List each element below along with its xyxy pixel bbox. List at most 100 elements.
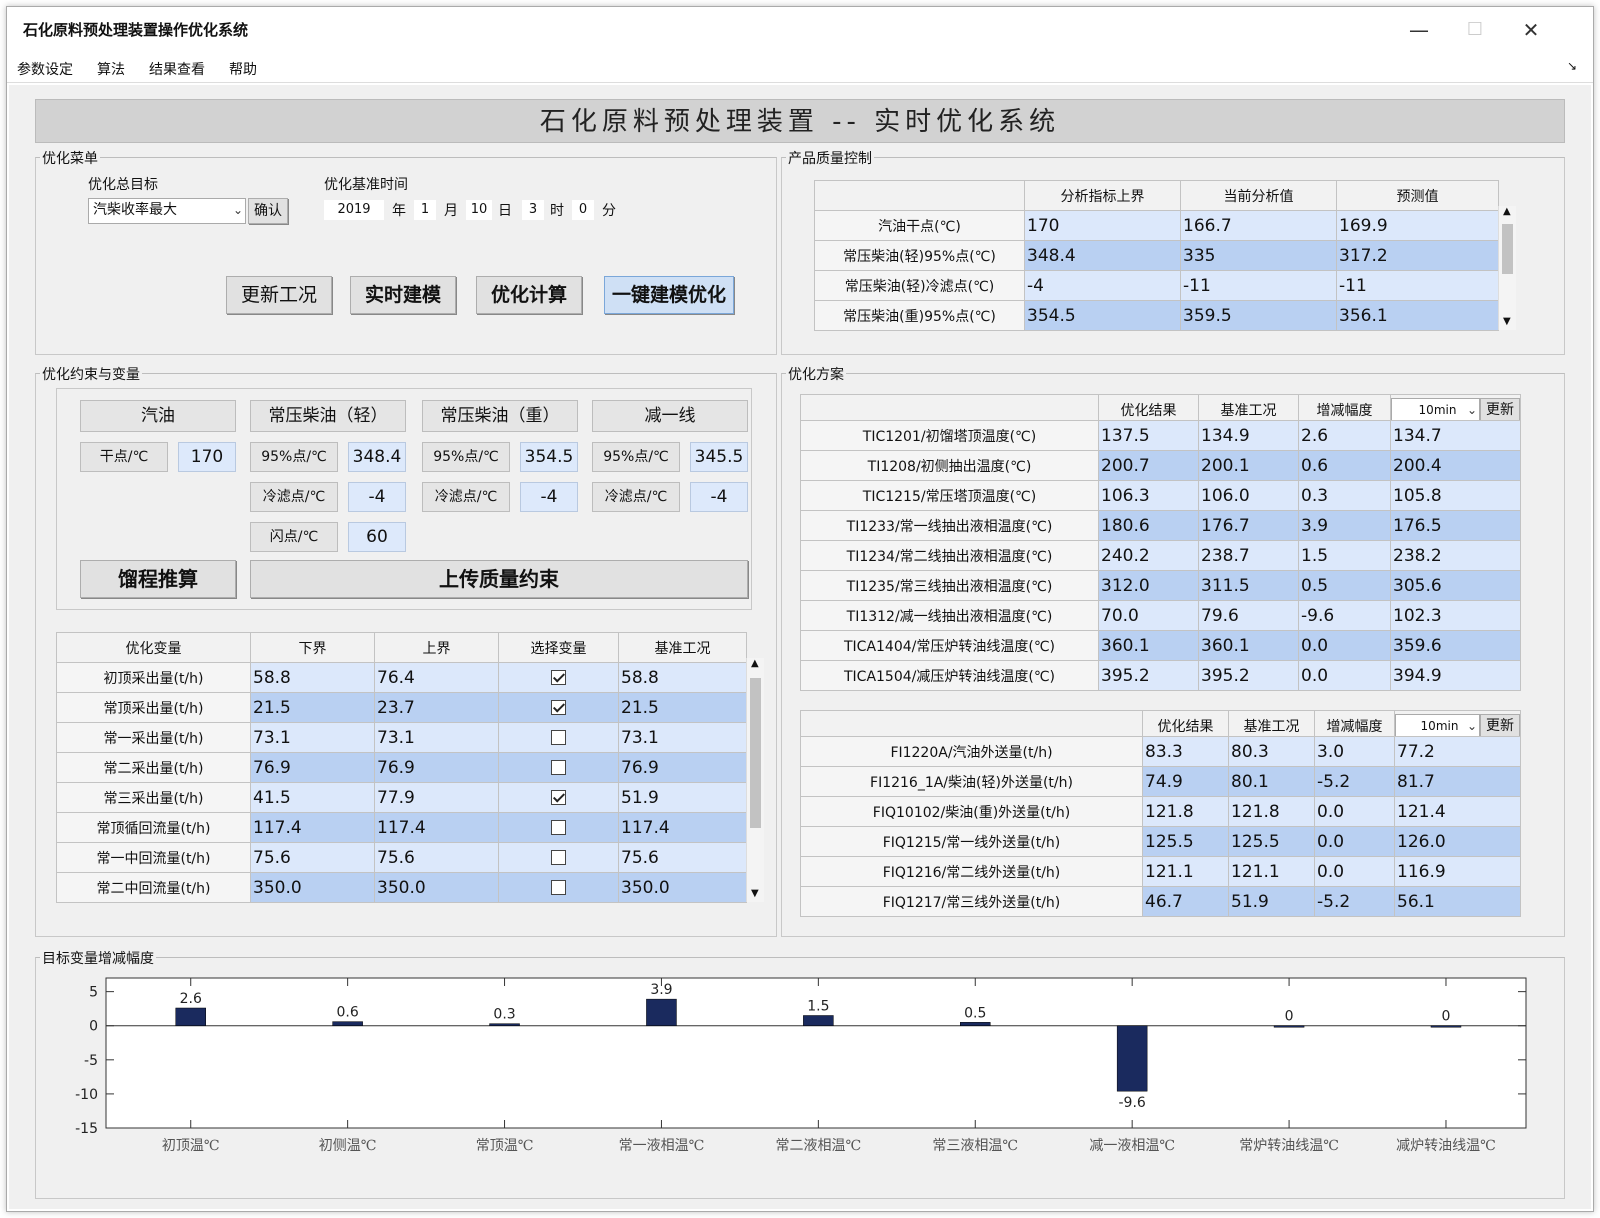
cell[interactable]: 312.0 <box>1098 570 1199 601</box>
cell[interactable]: 238.2 <box>1390 540 1521 571</box>
cell[interactable]: 121.8 <box>1228 796 1315 827</box>
cell[interactable]: 359.5 <box>1180 300 1337 331</box>
month-input[interactable]: 1 <box>414 200 436 220</box>
upper-bound-cell[interactable]: 77.9 <box>374 782 499 813</box>
cell[interactable]: 70.0 <box>1098 600 1199 631</box>
cell[interactable]: 200.7 <box>1098 450 1199 481</box>
menu-algorithm[interactable]: 算法 <box>97 59 125 79</box>
flow-update-button[interactable]: 更新 <box>1480 713 1520 738</box>
plan-update-button[interactable]: 更新 <box>1480 397 1520 422</box>
cell[interactable]: 121.1 <box>1228 856 1315 887</box>
select-checkbox[interactable] <box>551 730 566 745</box>
menu-results[interactable]: 结果查看 <box>149 59 205 79</box>
cell[interactable]: 348.4 <box>1024 240 1181 271</box>
cell[interactable]: 169.9 <box>1336 210 1499 241</box>
gasoline-endpoint-input[interactable]: 170 <box>178 442 236 472</box>
update-conditions-button[interactable]: 更新工况 <box>226 276 332 314</box>
lower-bound-cell[interactable]: 76.9 <box>250 752 375 783</box>
vacuum-cfpp-input[interactable]: -4 <box>690 482 748 512</box>
cell[interactable]: 116.9 <box>1394 856 1521 887</box>
cell[interactable]: -4 <box>1024 270 1181 301</box>
cell[interactable]: 0.0 <box>1314 826 1395 857</box>
select-checkbox[interactable] <box>551 700 566 715</box>
cell[interactable]: 106.0 <box>1198 480 1299 511</box>
scroll-up-icon[interactable]: ▲ <box>1503 206 1511 217</box>
base-cell[interactable]: 73.1 <box>618 722 747 753</box>
cell[interactable]: 125.5 <box>1142 826 1229 857</box>
optimize-calc-button[interactable]: 优化计算 <box>476 276 582 314</box>
light-95-input[interactable]: 348.4 <box>348 442 406 472</box>
cell[interactable]: 311.5 <box>1198 570 1299 601</box>
cell[interactable]: 0.5 <box>1298 570 1391 601</box>
scroll-down-icon[interactable]: ▼ <box>751 888 759 899</box>
cell[interactable]: 46.7 <box>1142 886 1229 917</box>
cell[interactable]: 121.4 <box>1394 796 1521 827</box>
minute-input[interactable]: 0 <box>572 200 594 220</box>
cell[interactable]: 51.9 <box>1228 886 1315 917</box>
cell[interactable]: 176.7 <box>1198 510 1299 541</box>
cell[interactable]: 121.8 <box>1142 796 1229 827</box>
lower-bound-cell[interactable]: 58.8 <box>250 662 375 693</box>
cell[interactable]: 80.3 <box>1228 736 1315 767</box>
lower-bound-cell[interactable]: 73.1 <box>250 722 375 753</box>
cell[interactable]: 200.4 <box>1390 450 1521 481</box>
variables-scrollbar[interactable]: ▲ ▼ <box>746 658 764 902</box>
cell[interactable]: 0.0 <box>1314 796 1395 827</box>
cell[interactable]: 166.7 <box>1180 210 1337 241</box>
distillation-calc-button[interactable]: 馏程推算 <box>80 560 236 598</box>
cell[interactable]: 0.6 <box>1298 450 1391 481</box>
cell[interactable]: 125.5 <box>1228 826 1315 857</box>
cell[interactable]: -11 <box>1180 270 1337 301</box>
select-checkbox[interactable] <box>551 850 566 865</box>
select-checkbox[interactable] <box>551 880 566 895</box>
cell[interactable]: 105.8 <box>1390 480 1521 511</box>
cell[interactable]: 176.5 <box>1390 510 1521 541</box>
cell[interactable]: 0.0 <box>1298 630 1391 661</box>
base-cell[interactable]: 75.6 <box>618 842 747 873</box>
cell[interactable]: 0.0 <box>1298 660 1391 691</box>
menu-help[interactable]: 帮助 <box>229 59 257 79</box>
upper-bound-cell[interactable]: 76.9 <box>374 752 499 783</box>
flow-interval-select[interactable]: 10min ⌄ <box>1395 713 1480 738</box>
cell[interactable]: 3.0 <box>1314 736 1395 767</box>
year-input[interactable]: 2019 <box>324 200 384 220</box>
cell[interactable]: 395.2 <box>1098 660 1199 691</box>
confirm-button[interactable]: 确认 <box>248 198 288 224</box>
scroll-thumb[interactable] <box>1502 224 1513 274</box>
select-checkbox[interactable] <box>551 820 566 835</box>
upper-bound-cell[interactable]: 73.1 <box>374 722 499 753</box>
cell[interactable]: 81.7 <box>1394 766 1521 797</box>
cell[interactable]: -5.2 <box>1314 766 1395 797</box>
cell[interactable]: 356.1 <box>1336 300 1499 331</box>
lower-bound-cell[interactable]: 21.5 <box>250 692 375 723</box>
cell[interactable]: 200.1 <box>1198 450 1299 481</box>
cell[interactable]: -5.2 <box>1314 886 1395 917</box>
upper-bound-cell[interactable]: 75.6 <box>374 842 499 873</box>
base-cell[interactable]: 350.0 <box>618 872 747 903</box>
cell[interactable]: 180.6 <box>1098 510 1199 541</box>
lower-bound-cell[interactable]: 117.4 <box>250 812 375 843</box>
lower-bound-cell[interactable]: 350.0 <box>250 872 375 903</box>
upper-bound-cell[interactable]: 350.0 <box>374 872 499 903</box>
cell[interactable]: 80.1 <box>1228 766 1315 797</box>
vacuum-95-input[interactable]: 345.5 <box>690 442 748 472</box>
cell[interactable]: 317.2 <box>1336 240 1499 271</box>
plan-interval-select[interactable]: 10min ⌄ <box>1391 397 1480 422</box>
select-checkbox[interactable] <box>551 790 566 805</box>
one-click-optimize-button[interactable]: 一键建模优化 <box>604 276 734 314</box>
menu-params[interactable]: 参数设定 <box>17 59 73 79</box>
cell[interactable]: 360.1 <box>1098 630 1199 661</box>
cell[interactable]: 335 <box>1180 240 1337 271</box>
scroll-down-icon[interactable]: ▼ <box>1503 316 1511 327</box>
cell[interactable]: 77.2 <box>1394 736 1521 767</box>
scroll-thumb[interactable] <box>750 678 761 828</box>
base-cell[interactable]: 21.5 <box>618 692 747 723</box>
upper-bound-cell[interactable]: 117.4 <box>374 812 499 843</box>
cell[interactable]: 56.1 <box>1394 886 1521 917</box>
cell[interactable]: 360.1 <box>1198 630 1299 661</box>
goal-select[interactable]: 汽柴收率最大 ⌄ <box>88 198 246 224</box>
select-checkbox[interactable] <box>551 760 566 775</box>
cell[interactable]: 126.0 <box>1394 826 1521 857</box>
cell[interactable]: 79.6 <box>1198 600 1299 631</box>
cell[interactable]: 305.6 <box>1390 570 1521 601</box>
